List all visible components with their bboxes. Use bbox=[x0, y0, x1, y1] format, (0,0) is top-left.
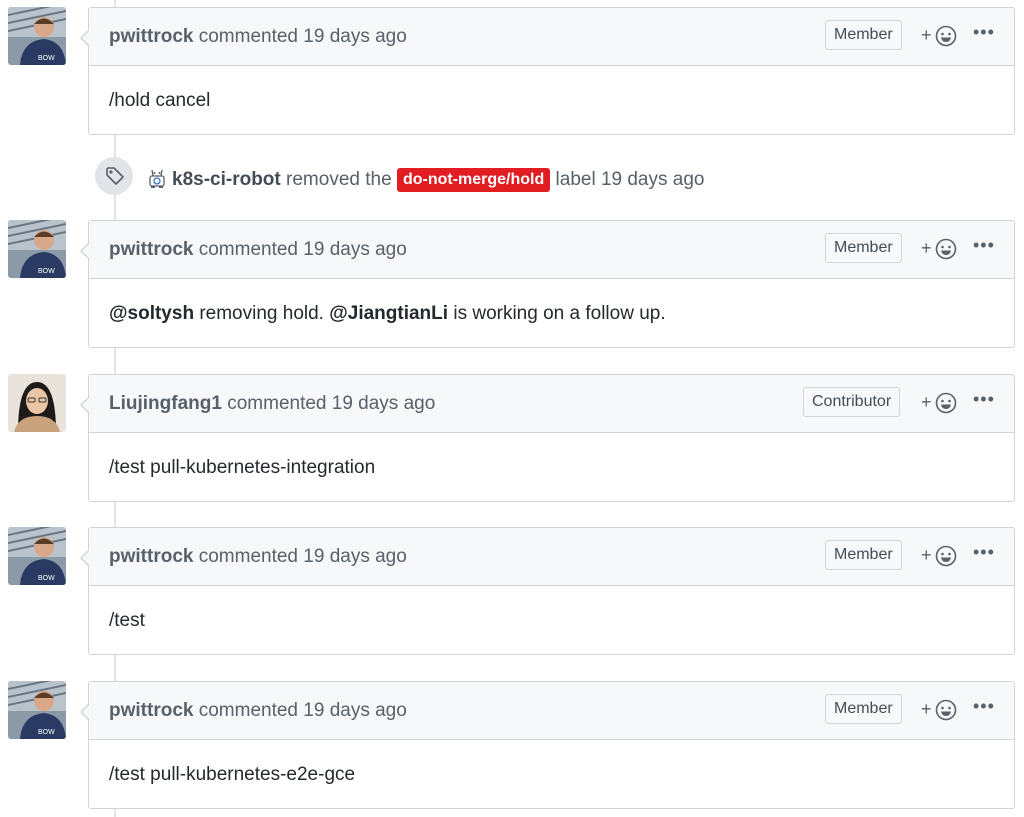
author-link[interactable]: pwittrock bbox=[109, 700, 193, 721]
author-link[interactable]: Liujingfang1 bbox=[109, 393, 222, 414]
timestamp-link[interactable]: commented 19 days ago bbox=[227, 393, 435, 414]
timestamp-link[interactable]: commented 19 days ago bbox=[199, 700, 407, 721]
add-reaction-button[interactable]: + bbox=[921, 24, 961, 48]
timestamp-link[interactable]: commented 19 days ago bbox=[199, 26, 407, 47]
comment-meta: Liujingfang1 commented 19 days ago bbox=[109, 393, 435, 415]
event-actor-link[interactable]: k8s-ci-robot bbox=[172, 169, 281, 190]
author-link[interactable]: pwittrock bbox=[109, 26, 193, 47]
event-text: k8s-ci-robot removed the do-not-merge/ho… bbox=[172, 168, 705, 193]
smiley-icon bbox=[935, 25, 957, 47]
user-mention-link[interactable]: @soltysh bbox=[109, 303, 194, 324]
event-suffix: label 19 days ago bbox=[555, 169, 705, 190]
comment-text: /hold cancel bbox=[109, 90, 211, 111]
role-badge: Member bbox=[825, 20, 902, 50]
more-options-button[interactable]: ••• bbox=[973, 542, 997, 566]
comment-meta: pwittrock commented 19 days ago bbox=[109, 239, 407, 261]
comment-header: pwittrock commented 19 days ago Member +… bbox=[89, 8, 1014, 66]
comment-card: pwittrock commented 19 days ago Member +… bbox=[80, 220, 1015, 348]
comment-header: pwittrock commented 19 days ago Member +… bbox=[89, 682, 1014, 740]
author-link[interactable]: pwittrock bbox=[109, 546, 193, 567]
user-mention-link[interactable]: @JiangtianLi bbox=[329, 303, 448, 324]
comment-body: /test pull-kubernetes-e2e-gce bbox=[89, 740, 1014, 807]
svg-text:BOW: BOW bbox=[38, 575, 55, 582]
svg-text:BOW: BOW bbox=[38, 55, 55, 62]
add-reaction-button[interactable]: + bbox=[921, 391, 961, 415]
comment-header: Liujingfang1 commented 19 days ago Contr… bbox=[89, 375, 1014, 433]
avatar[interactable]: BOW bbox=[8, 7, 66, 65]
comment-card: pwittrock commented 19 days ago Member +… bbox=[80, 7, 1015, 135]
comment-body: /hold cancel bbox=[89, 66, 1014, 133]
comment-body: /test bbox=[89, 586, 1014, 653]
comment-card: pwittrock commented 19 days ago Member +… bbox=[80, 681, 1015, 809]
event-action: removed the bbox=[286, 169, 392, 190]
comment-text: @soltysh removing hold. @JiangtianLi is … bbox=[109, 303, 666, 325]
add-reaction-button[interactable]: + bbox=[921, 698, 961, 722]
more-options-button[interactable]: ••• bbox=[973, 22, 997, 46]
add-reaction-button[interactable]: + bbox=[921, 544, 961, 568]
more-options-button[interactable]: ••• bbox=[973, 235, 997, 259]
label-badge[interactable]: do-not-merge/hold bbox=[396, 168, 551, 192]
smiley-icon bbox=[935, 545, 957, 567]
comment-body: @soltysh removing hold. @JiangtianLi is … bbox=[89, 279, 1014, 346]
label-event: k8s-ci-robot removed the do-not-merge/ho… bbox=[95, 157, 795, 195]
avatar[interactable]: BOW bbox=[8, 681, 66, 739]
role-badge: Member bbox=[825, 233, 902, 263]
comment-text: /test pull-kubernetes-integration bbox=[109, 457, 376, 478]
more-options-button[interactable]: ••• bbox=[973, 389, 997, 413]
more-options-button[interactable]: ••• bbox=[973, 696, 997, 720]
smiley-icon bbox=[935, 699, 957, 721]
comment-card: pwittrock commented 19 days ago Member +… bbox=[80, 527, 1015, 655]
role-badge: Member bbox=[825, 694, 902, 724]
comment-meta: pwittrock commented 19 days ago bbox=[109, 700, 407, 722]
avatar[interactable] bbox=[8, 374, 66, 432]
avatar[interactable]: BOW bbox=[8, 220, 66, 278]
comment-card: Liujingfang1 commented 19 days ago Contr… bbox=[80, 374, 1015, 502]
timestamp-link[interactable]: commented 19 days ago bbox=[199, 546, 407, 567]
avatar[interactable]: BOW bbox=[8, 527, 66, 585]
robot-avatar-icon[interactable] bbox=[147, 167, 167, 189]
comment-text: /test pull-kubernetes-e2e-gce bbox=[109, 764, 356, 785]
comment-header: pwittrock commented 19 days ago Member +… bbox=[89, 221, 1014, 279]
comment-body: /test pull-kubernetes-integration bbox=[89, 433, 1014, 500]
timestamp-link[interactable]: commented 19 days ago bbox=[199, 239, 407, 260]
comment-text-segment: removing hold. bbox=[194, 303, 330, 324]
smiley-icon bbox=[935, 238, 957, 260]
comment-text: /test bbox=[109, 610, 145, 631]
comment-header: pwittrock commented 19 days ago Member +… bbox=[89, 528, 1014, 586]
add-reaction-button[interactable]: + bbox=[921, 237, 961, 261]
role-badge: Member bbox=[825, 540, 902, 570]
smiley-icon bbox=[935, 392, 957, 414]
tag-icon bbox=[106, 167, 124, 185]
author-link[interactable]: pwittrock bbox=[109, 239, 193, 260]
comment-text-segment: is working on a follow up. bbox=[448, 303, 666, 324]
comment-meta: pwittrock commented 19 days ago bbox=[109, 546, 407, 568]
svg-text:BOW: BOW bbox=[38, 268, 55, 275]
svg-text:BOW: BOW bbox=[38, 729, 55, 736]
role-badge: Contributor bbox=[803, 387, 901, 417]
comment-meta: pwittrock commented 19 days ago bbox=[109, 26, 407, 48]
tag-badge bbox=[95, 157, 133, 195]
